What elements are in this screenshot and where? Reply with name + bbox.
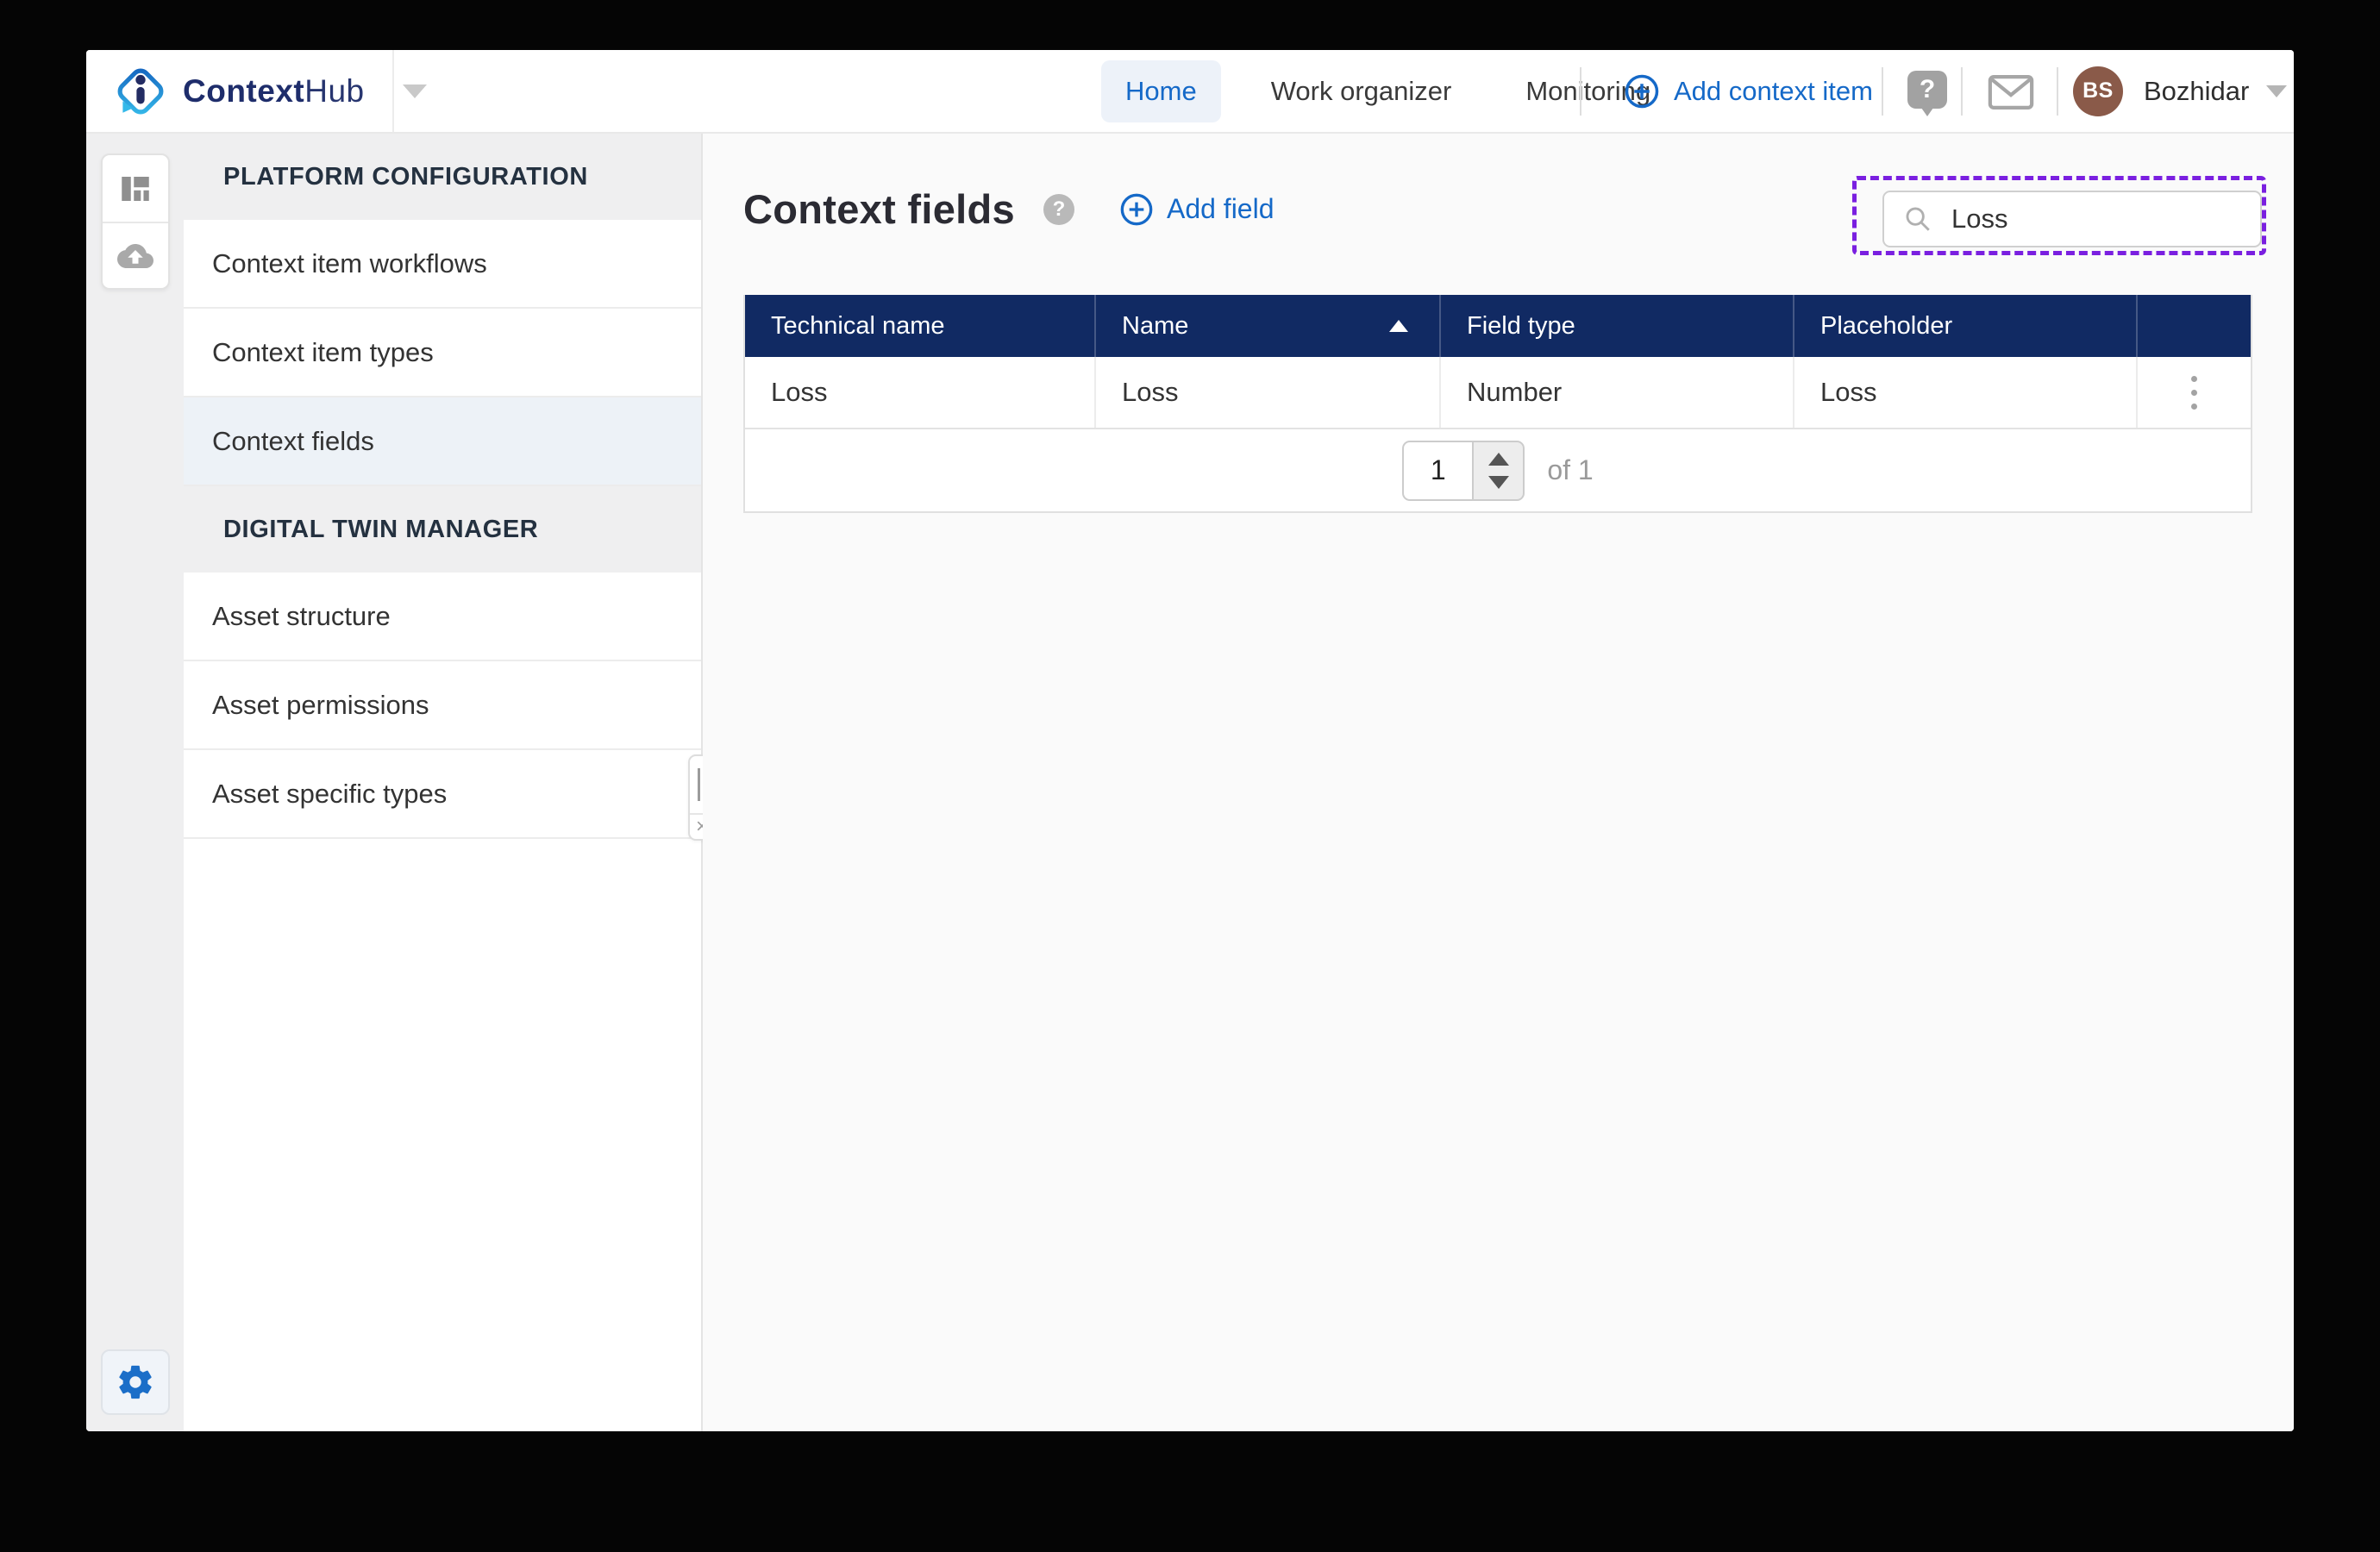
add-context-item-button[interactable]: Add context item xyxy=(1624,50,1873,132)
tab-home[interactable]: Home xyxy=(1101,60,1221,122)
gear-icon xyxy=(116,1362,155,1402)
navbar-divider xyxy=(392,50,394,132)
sidebar-section-digital-twin-manager: DIGITAL TWIN MANAGER xyxy=(184,486,701,573)
brand[interactable]: ContextHub xyxy=(112,50,427,132)
step-up-icon[interactable] xyxy=(1488,453,1509,466)
column-header-name-label: Name xyxy=(1122,312,1188,341)
brand-chevron-down-icon[interactable] xyxy=(403,84,427,98)
avatar: BS xyxy=(2073,66,2123,116)
app-window: ContextHub Home Work organizer Monitorin… xyxy=(86,50,2294,1431)
user-name: Bozhidar xyxy=(2144,76,2249,107)
contexthub-logo-icon xyxy=(112,63,169,120)
column-header-name[interactable]: Name xyxy=(1094,295,1439,357)
tab-work-organizer[interactable]: Work organizer xyxy=(1247,60,1476,122)
plus-circle-icon xyxy=(1624,73,1660,110)
add-context-item-label: Add context item xyxy=(1674,76,1873,107)
sidebar-section-platform-configuration: PLATFORM CONFIGURATION xyxy=(184,134,701,220)
sidebar-item-asset-structure[interactable]: Asset structure xyxy=(184,573,701,661)
step-down-icon[interactable] xyxy=(1488,476,1509,489)
page-help-icon[interactable]: ? xyxy=(1043,194,1074,225)
user-chevron-down-icon xyxy=(2266,85,2287,97)
column-header-placeholder[interactable]: Placeholder xyxy=(1793,295,2136,357)
search-icon xyxy=(1903,204,1932,234)
search-box: × xyxy=(1882,191,2262,247)
mail-icon[interactable] xyxy=(1986,74,2036,115)
cloud-upload-icon xyxy=(117,238,153,274)
nav-tabs: Home Work organizer Monitoring xyxy=(1101,50,1675,132)
brand-name-light: Hub xyxy=(304,73,364,109)
column-header-technical-name[interactable]: Technical name xyxy=(745,295,1094,357)
rail-button-group xyxy=(101,153,170,290)
sort-ascending-icon xyxy=(1389,320,1408,332)
page-number-input[interactable] xyxy=(1402,441,1472,501)
table-row[interactable]: Loss Loss Number Loss xyxy=(745,357,2251,429)
column-header-actions xyxy=(2136,295,2251,357)
navbar-separator xyxy=(1580,67,1581,116)
cell-field-type: Number xyxy=(1439,357,1793,428)
context-fields-table: Technical name Name Field type Placehold… xyxy=(743,295,2252,513)
row-kebab-menu-icon[interactable] xyxy=(2183,367,2206,418)
icon-rail xyxy=(86,134,184,1431)
search-input[interactable] xyxy=(1951,203,2294,235)
add-field-button[interactable]: Add field xyxy=(1119,192,1275,227)
cell-actions xyxy=(2136,357,2251,428)
sidebar-item-context-item-workflows[interactable]: Context item workflows xyxy=(184,220,701,309)
annotation-highlight-box: × xyxy=(1852,176,2266,255)
brand-name-bold: Context xyxy=(183,73,304,109)
sidebar-item-asset-specific-types[interactable]: Asset specific types xyxy=(184,750,701,839)
sidebar-item-context-item-types[interactable]: Context item types xyxy=(184,309,701,397)
page-head: Context fields ? Add field xyxy=(743,185,1275,233)
add-field-label: Add field xyxy=(1167,193,1275,225)
sidebar-panel: PLATFORM CONFIGURATION Context item work… xyxy=(184,134,703,1431)
main-content: Context fields ? Add field × Technical n… xyxy=(703,134,2294,1431)
navbar-separator xyxy=(1961,67,1963,116)
column-header-field-type[interactable]: Field type xyxy=(1439,295,1793,357)
page-stepper[interactable] xyxy=(1472,441,1525,501)
layout-dashboard-button[interactable] xyxy=(103,155,168,222)
cell-name: Loss xyxy=(1094,357,1439,428)
cloud-upload-button[interactable] xyxy=(103,222,168,288)
table-header-row: Technical name Name Field type Placehold… xyxy=(745,295,2251,357)
page-title: Context fields xyxy=(743,185,1015,233)
cell-technical-name: Loss xyxy=(745,357,1094,428)
user-menu[interactable]: BS Bozhidar xyxy=(2073,50,2287,132)
help-icon[interactable]: ? xyxy=(1907,71,1947,109)
navbar-separator xyxy=(2057,67,2058,116)
layout-dashboard-icon xyxy=(117,171,153,207)
settings-button[interactable] xyxy=(101,1349,170,1415)
sidebar-item-context-fields[interactable]: Context fields xyxy=(184,397,701,486)
sidebar-item-asset-permissions[interactable]: Asset permissions xyxy=(184,661,701,750)
pagination-bar: of 1 xyxy=(745,429,2251,511)
navbar-separator xyxy=(1882,67,1883,116)
top-navbar: ContextHub Home Work organizer Monitorin… xyxy=(86,50,2294,134)
brand-name: ContextHub xyxy=(183,73,365,110)
plus-circle-icon xyxy=(1119,192,1154,227)
cell-placeholder: Loss xyxy=(1793,357,2136,428)
page-count-label: of 1 xyxy=(1547,454,1593,486)
